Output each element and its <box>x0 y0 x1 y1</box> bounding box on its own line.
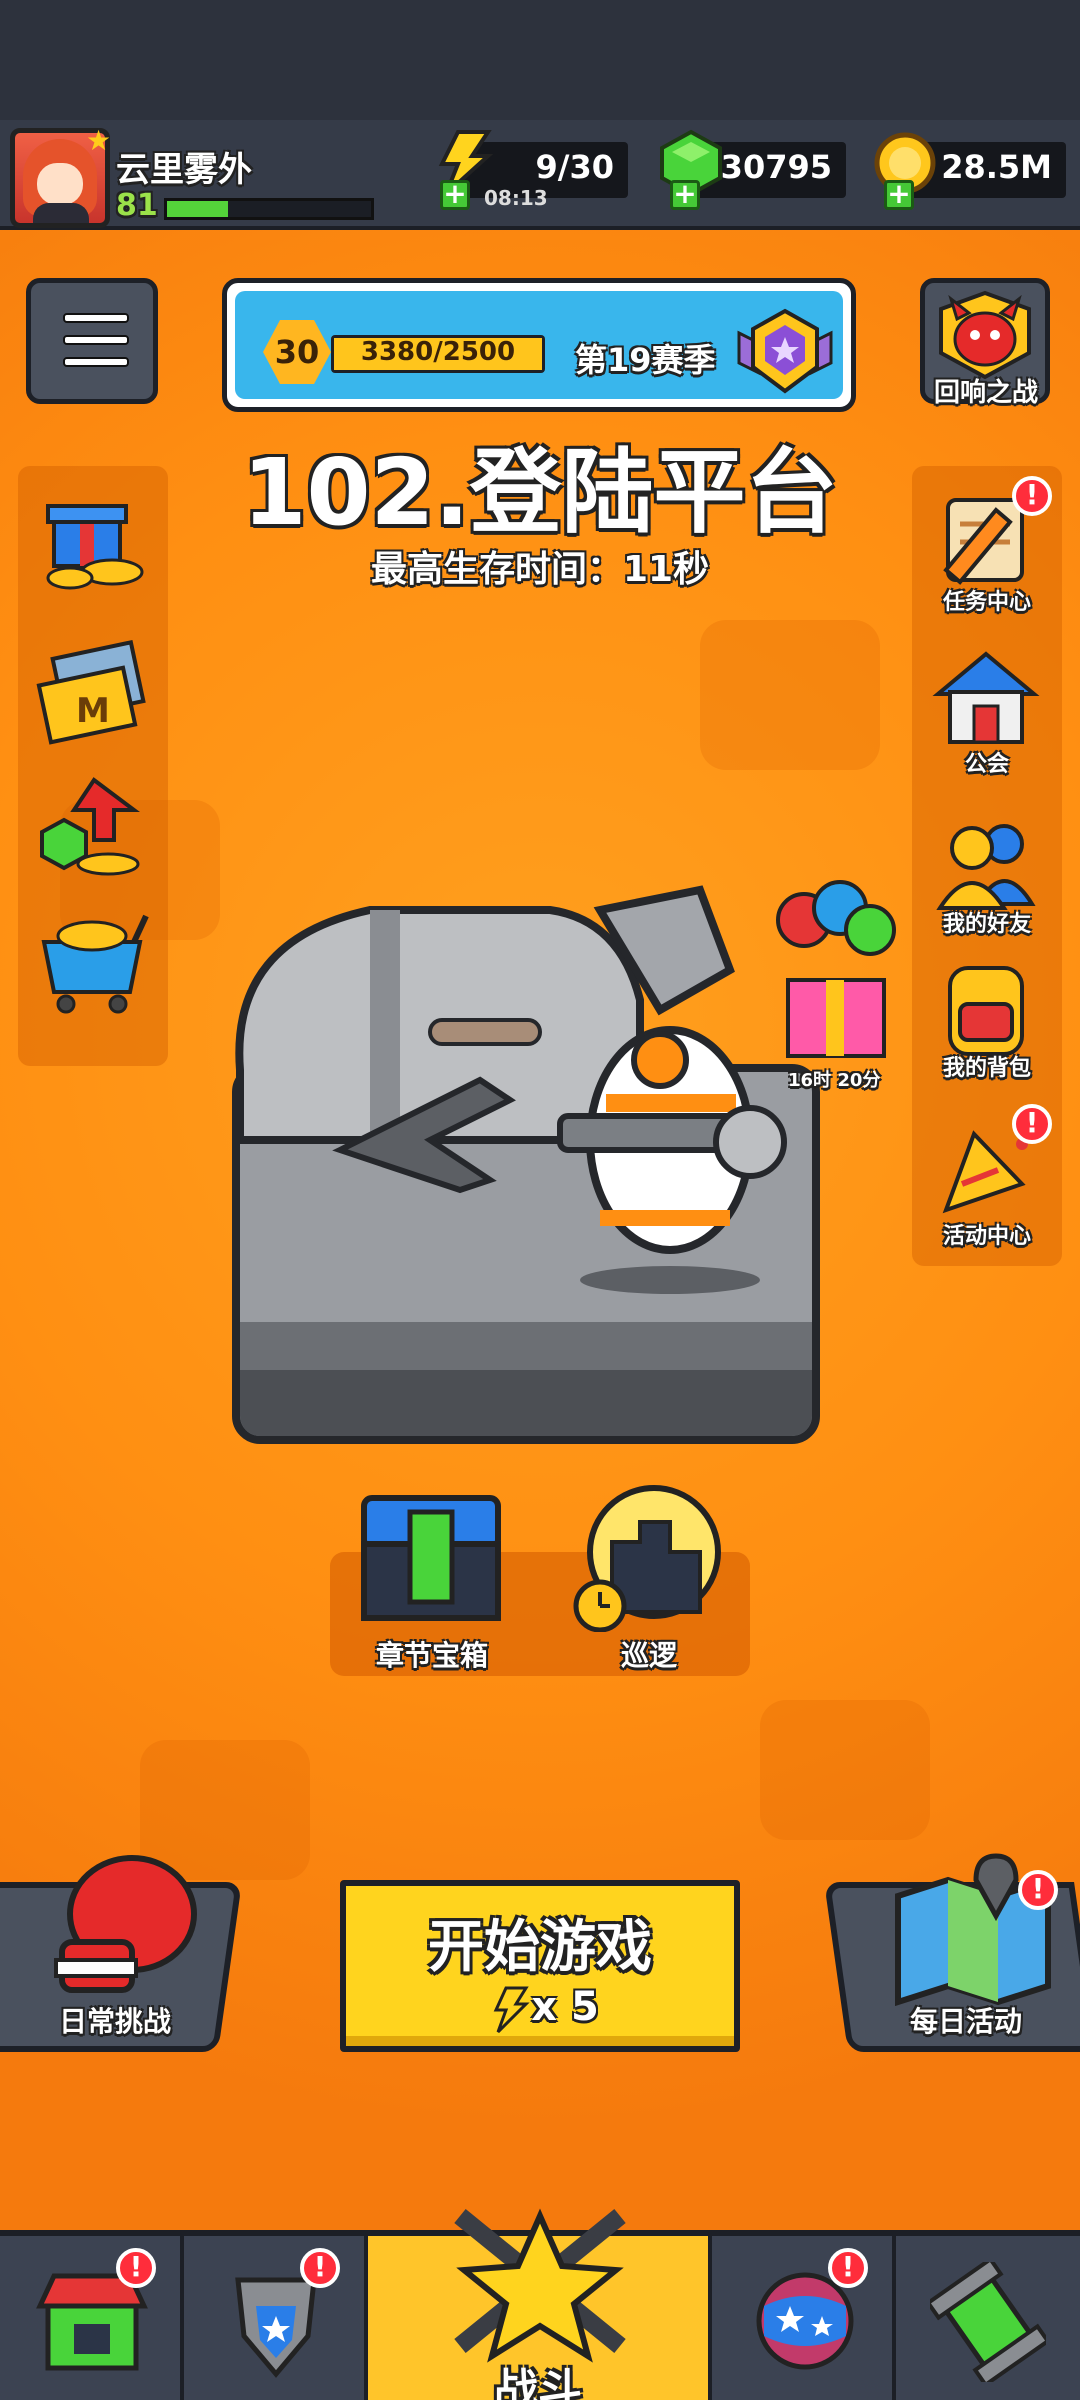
season-progress-bar: 3380/2500 <box>331 335 545 373</box>
events-alert-badge: ! <box>1012 1104 1052 1144</box>
add-energy-icon[interactable]: + <box>440 180 470 210</box>
tab-planet[interactable]: ! <box>712 2236 896 2400</box>
monthly-card-icon[interactable]: M <box>34 636 154 746</box>
gem-growth-icon[interactable] <box>34 770 154 880</box>
start-game-cost: x 5 <box>531 1984 599 2030</box>
tab-battle[interactable]: 战斗 <box>368 2208 712 2400</box>
player-level: 81 <box>116 188 158 223</box>
menu-line <box>63 357 129 367</box>
chapter-chest-label: 章节宝箱 <box>375 1639 488 1672</box>
season-rank-badge-icon <box>737 308 833 394</box>
season-level: 30 <box>274 333 320 371</box>
stage-base <box>240 1370 812 1436</box>
tab-shop[interactable]: ! <box>0 2236 184 2400</box>
top-bar: ★ 云里雾外 81 9/30 + 08:13 30795 + 28.5M + <box>0 120 1080 230</box>
crown-icon: ★ <box>86 124 112 157</box>
menu-line <box>63 313 129 323</box>
player-xp-fill <box>167 201 229 217</box>
sidebar-item-label: 任务中心 <box>942 590 1031 615</box>
tab-talent[interactable] <box>896 2236 1080 2400</box>
demon-icon <box>939 290 1031 380</box>
sidebar-item-label: 我的背包 <box>942 1056 1031 1081</box>
avatar-body <box>33 203 89 223</box>
shop-cart-icon[interactable] <box>34 906 154 1016</box>
daily-challenge-label: 日常挑战 <box>58 2005 171 2038</box>
friends-icon <box>936 824 1036 910</box>
battle-star-icon <box>454 2208 626 2363</box>
gift-balloon-icon[interactable] <box>768 880 908 1070</box>
echo-battle-label: 回响之战 <box>933 378 1038 408</box>
avatar-face <box>37 163 83 205</box>
season-name: 第19赛季 <box>575 341 716 379</box>
shop-alert-badge: ! <box>116 2248 156 2288</box>
talent-icon <box>930 2262 1046 2382</box>
season-pass-banner[interactable]: 3380/2500 30 第19赛季 <box>222 278 856 412</box>
player-name: 云里雾外 <box>116 150 252 190</box>
gem-counter[interactable]: 30795 <box>660 129 846 198</box>
guild-house-icon <box>932 651 1040 744</box>
equipment-alert-badge: ! <box>300 2248 340 2288</box>
svg-text:M: M <box>76 691 110 731</box>
gift-offer-timer: 16时 20分 <box>788 1070 881 1091</box>
planet-alert-badge: ! <box>828 2248 868 2288</box>
status-bar <box>0 0 1080 120</box>
gold-counter[interactable]: 28.5M <box>874 132 1066 198</box>
chapter-chest-icon[interactable] <box>356 1488 506 1628</box>
patrol-label: 巡逻 <box>620 1639 677 1672</box>
add-gems-icon[interactable]: + <box>670 180 700 210</box>
energy-value: 9/30 <box>535 148 614 186</box>
sidebar-item-label: 我的好友 <box>942 912 1031 937</box>
menu-line <box>63 335 129 345</box>
season-progress-text: 3380/2500 <box>360 337 516 367</box>
gift-gold-icon[interactable] <box>34 486 154 596</box>
map-icon <box>895 1853 1051 2006</box>
bottom-nav: ! ! 战斗 ! <box>0 2208 1080 2400</box>
player-xp-bar <box>164 198 374 220</box>
gem-value: 30795 <box>720 148 832 186</box>
add-gold-icon[interactable]: + <box>884 180 914 210</box>
sidebar-item-label: 活动中心 <box>942 1224 1031 1249</box>
tab-battle-label: 战斗 <box>494 2365 582 2400</box>
daily-activity-alert-badge: ! <box>1018 1870 1058 1910</box>
energy-timer: 08:13 <box>484 186 548 210</box>
backpack-icon <box>948 966 1024 1056</box>
start-game-button[interactable]: 开始游戏 x 5 <box>340 1880 740 2052</box>
daily-activity-label: 每日活动 <box>909 2005 1022 2038</box>
start-game-label: 开始游戏 <box>428 1915 652 1980</box>
tab-equipment[interactable]: ! <box>184 2236 368 2400</box>
quest-alert-badge: ! <box>1012 476 1052 516</box>
patrol-icon[interactable] <box>570 1482 730 1632</box>
season-pass-panel: 3380/2500 30 第19赛季 <box>235 291 843 399</box>
sidebar-item-label: 公会 <box>964 752 1009 777</box>
gold-value: 28.5M <box>941 148 1052 186</box>
main-menu-button[interactable] <box>26 278 158 404</box>
bg-pattern-tile <box>760 1700 930 1840</box>
landing-pod-illustration <box>235 885 787 1294</box>
boxing-glove-icon <box>54 1855 197 1993</box>
bg-pattern-tile <box>700 620 880 770</box>
